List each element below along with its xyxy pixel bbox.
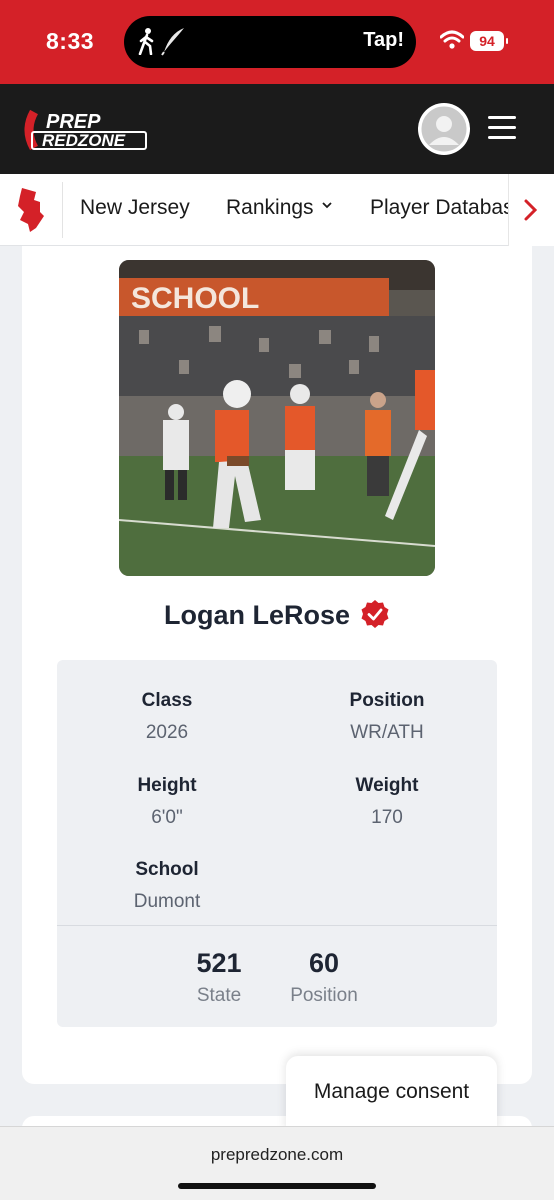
stat-class: Class 2026 — [77, 690, 257, 744]
browser-address-bar[interactable]: prepredzone.com — [0, 1126, 554, 1200]
activity-label: Tap! — [363, 29, 404, 51]
stat-school-value: Dumont — [133, 891, 201, 912]
user-avatar-icon[interactable] — [418, 103, 470, 155]
stat-weight-label: Weight — [355, 775, 419, 796]
browser-url[interactable]: prepredzone.com — [0, 1145, 554, 1165]
player-name-row: Logan LeRose — [22, 599, 532, 631]
nav-item-rankings[interactable]: Rankings — [226, 196, 332, 220]
secondary-nav: New Jersey Rankings Player Databas — [0, 174, 554, 246]
status-bar: 8:33 Tap! 94 — [0, 0, 554, 84]
status-time: 8:33 — [46, 28, 95, 54]
player-photo[interactable]: SCHOOL — [119, 260, 435, 576]
position-rank: 60 Position — [274, 948, 374, 1007]
walking-icon — [138, 28, 154, 55]
verified-badge-icon — [361, 599, 389, 628]
stat-class-value: 2026 — [145, 722, 189, 743]
logo-line2: REDZONE — [42, 131, 126, 150]
stat-position-value: WR/ATH — [350, 722, 424, 743]
stat-weight: Weight 170 — [297, 775, 477, 829]
battery-indicator: 94 — [470, 31, 508, 51]
stat-height: Height 6'0" — [77, 775, 257, 829]
player-profile-card: SCHOOL Logan LeRose Class 2026 Position … — [22, 246, 532, 1084]
feather-pen-icon — [161, 28, 184, 56]
stat-position-label: Position — [349, 690, 425, 711]
stat-class-label: Class — [141, 690, 193, 711]
stat-weight-value: 170 — [371, 807, 403, 828]
chevron-down-icon — [321, 202, 332, 209]
nav-scroll-next-button[interactable] — [508, 174, 554, 246]
nav-divider — [62, 182, 63, 238]
wifi-icon — [440, 30, 464, 49]
prep-redzone-logo[interactable]: PREP REDZONE — [22, 106, 152, 154]
nav-item-rankings-label: Rankings — [226, 196, 314, 219]
player-stats-panel: Class 2026 Position WR/ATH Height 6'0" W… — [57, 660, 497, 1027]
hamburger-menu-icon[interactable] — [488, 116, 518, 142]
dynamic-island[interactable]: Tap! — [124, 16, 416, 68]
stats-divider — [57, 925, 497, 926]
nav-item-new-jersey[interactable]: New Jersey — [80, 196, 190, 220]
state-rank: 521 State — [169, 948, 269, 1007]
photo-banner-text: SCHOOL — [131, 282, 259, 315]
stat-height-label: Height — [137, 775, 197, 796]
chevron-right-icon — [524, 199, 538, 221]
logo-line1: PREP — [46, 111, 101, 133]
stat-school-label: School — [135, 859, 199, 880]
position-rank-caption: Position — [290, 985, 358, 1006]
position-rank-number: 60 — [308, 948, 340, 978]
manage-consent-button[interactable]: Manage consent — [286, 1056, 497, 1132]
stat-position: Position WR/ATH — [297, 690, 477, 744]
new-jersey-map-icon[interactable] — [14, 186, 50, 234]
stat-school: School Dumont — [77, 859, 257, 913]
player-name: Logan LeRose — [163, 600, 351, 630]
site-header: PREP REDZONE — [0, 84, 554, 174]
state-rank-caption: State — [196, 985, 242, 1006]
state-rank-number: 521 — [196, 948, 242, 978]
home-indicator[interactable] — [178, 1183, 376, 1189]
stat-height-value: 6'0" — [151, 807, 183, 828]
nav-item-player-database[interactable]: Player Databas — [370, 196, 510, 220]
